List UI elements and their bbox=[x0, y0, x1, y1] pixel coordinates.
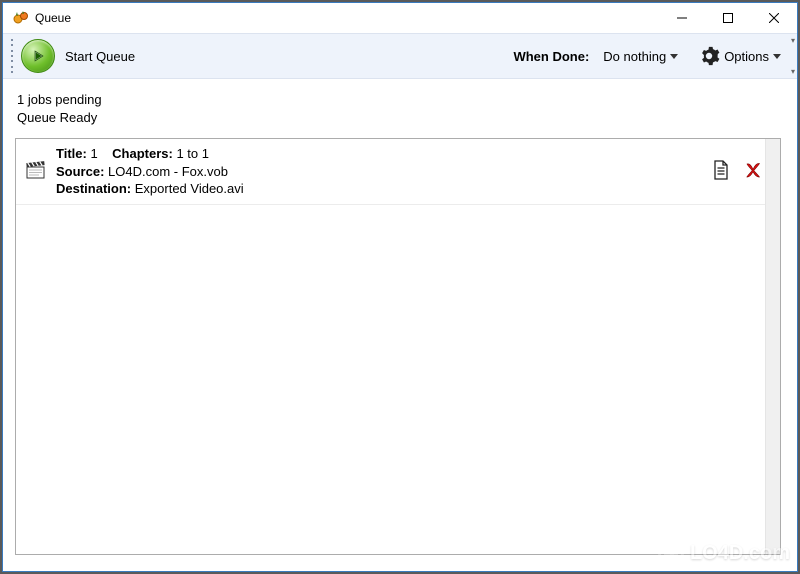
toolbar-overflow-icon[interactable]: ▾ bbox=[791, 36, 795, 45]
when-done-label: When Done: bbox=[513, 49, 589, 64]
content-area: 1 jobs pending Queue Ready Title: 1 bbox=[3, 79, 797, 571]
toolbar-overflow-icon[interactable]: ▾ bbox=[791, 67, 795, 76]
when-done-value: Do nothing bbox=[603, 49, 666, 64]
job-details: Title: 1 Chapters: 1 to 1 Source: LO4D.c… bbox=[56, 145, 244, 198]
start-queue-label[interactable]: Start Queue bbox=[65, 49, 135, 64]
when-done-dropdown[interactable]: Do nothing bbox=[597, 45, 684, 68]
queue-job-row[interactable]: Title: 1 Chapters: 1 to 1 Source: LO4D.c… bbox=[16, 139, 774, 205]
source-value: LO4D.com - Fox.vob bbox=[108, 164, 228, 179]
source-label: Source: bbox=[56, 164, 104, 179]
delete-x-icon bbox=[744, 161, 762, 179]
vertical-scrollbar[interactable] bbox=[765, 139, 781, 554]
play-icon bbox=[31, 49, 45, 63]
app-icon bbox=[13, 10, 29, 26]
job-actions bbox=[712, 160, 764, 183]
minimize-button[interactable] bbox=[659, 3, 705, 33]
gear-icon bbox=[698, 45, 720, 67]
edit-job-button[interactable] bbox=[712, 160, 730, 183]
maximize-button[interactable] bbox=[705, 3, 751, 33]
queue-ready-text: Queue Ready bbox=[17, 109, 781, 127]
options-label: Options bbox=[724, 49, 769, 64]
toolbar: Start Queue When Done: Do nothing Option… bbox=[3, 33, 797, 79]
chapters-value: 1 to 1 bbox=[176, 146, 209, 161]
start-queue-button[interactable] bbox=[21, 39, 55, 73]
app-window: Queue Start Queue When Done: D bbox=[2, 2, 798, 572]
pending-jobs-text: 1 jobs pending bbox=[17, 91, 781, 109]
document-icon bbox=[712, 160, 730, 180]
title-label: Title: bbox=[56, 146, 87, 161]
queue-status: 1 jobs pending Queue Ready bbox=[17, 91, 781, 126]
options-dropdown[interactable]: Options bbox=[722, 45, 787, 68]
chapters-label: Chapters: bbox=[112, 146, 173, 161]
destination-value: Exported Video.avi bbox=[135, 181, 244, 196]
toolbar-grip-icon[interactable] bbox=[9, 37, 15, 75]
video-clapper-icon bbox=[26, 161, 46, 182]
titlebar[interactable]: Queue bbox=[3, 3, 797, 33]
remove-job-button[interactable] bbox=[744, 161, 762, 182]
close-button[interactable] bbox=[751, 3, 797, 33]
title-value: 1 bbox=[90, 146, 97, 161]
destination-label: Destination: bbox=[56, 181, 131, 196]
window-title: Queue bbox=[35, 11, 71, 25]
window-controls bbox=[659, 3, 797, 33]
chevron-down-icon bbox=[670, 54, 678, 59]
queue-list: Title: 1 Chapters: 1 to 1 Source: LO4D.c… bbox=[15, 138, 781, 555]
chevron-down-icon bbox=[773, 54, 781, 59]
